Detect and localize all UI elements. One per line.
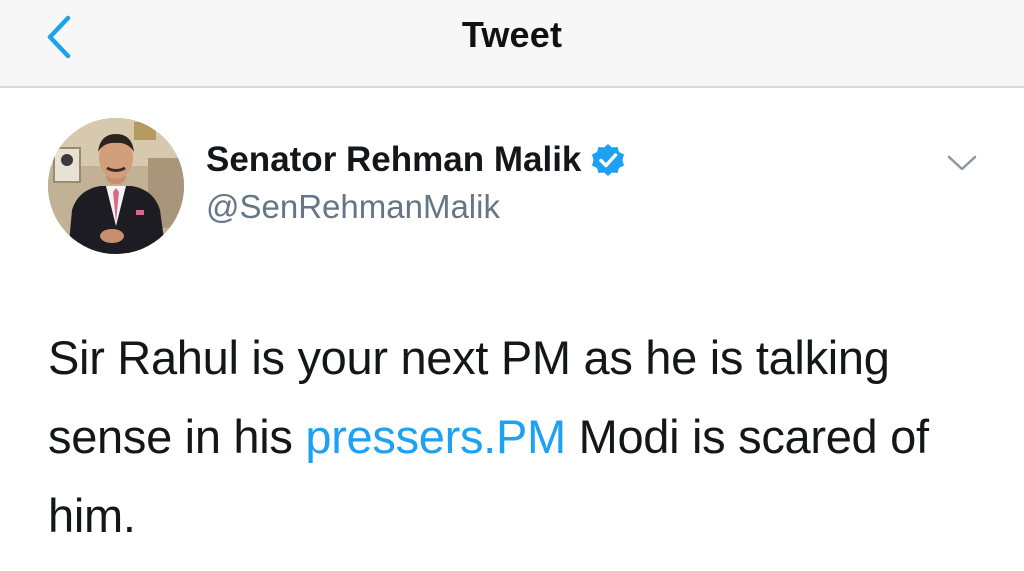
- verified-badge-icon: [592, 144, 625, 176]
- tweet-link[interactable]: pressers.PM: [305, 410, 566, 463]
- avatar[interactable]: [48, 118, 184, 254]
- avatar-image: [48, 118, 184, 254]
- chevron-down-icon: [947, 155, 977, 171]
- tweet-text: Sir Rahul is your next PM as he is talki…: [48, 318, 988, 555]
- author-handle[interactable]: @SenRehmanMalik: [206, 188, 500, 226]
- author-display-name[interactable]: Senator Rehman Malik: [206, 140, 581, 180]
- tweet-screen: Tweet Senator Rehman Malik @SenRehmanMal…: [0, 0, 1024, 571]
- page-title: Tweet: [461, 14, 563, 55]
- navigation-bar: Tweet: [0, 0, 1024, 88]
- tweet-menu-button[interactable]: [944, 148, 980, 178]
- author-name-row[interactable]: Senator Rehman Malik: [206, 138, 625, 182]
